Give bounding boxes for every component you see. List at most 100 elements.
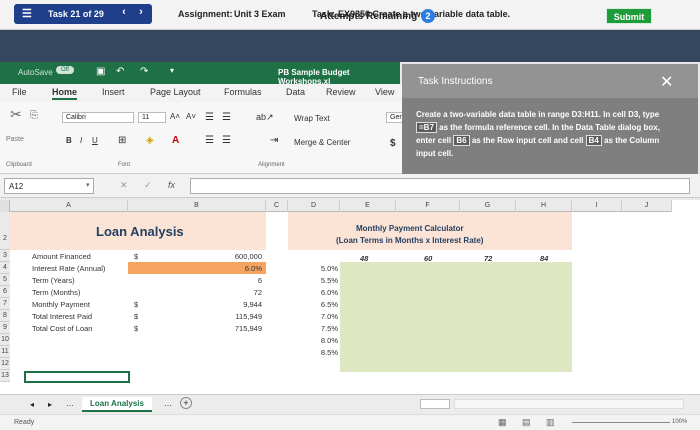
indent-icon[interactable]: ⇥ <box>270 135 278 146</box>
row-header[interactable]: 12 <box>0 358 10 370</box>
font-size-select[interactable]: 11 <box>138 112 166 123</box>
page-layout-view-icon[interactable]: ▤ <box>522 417 531 428</box>
value-total-interest: 115,949 <box>235 312 262 321</box>
redo-icon[interactable]: ↷ <box>140 66 148 77</box>
column-header[interactable]: D <box>288 200 340 212</box>
wrap-text-button[interactable]: Wrap Text <box>294 114 330 123</box>
column-header[interactable]: G <box>460 200 516 212</box>
row-header[interactable]: 9 <box>0 322 10 334</box>
active-cell-a12[interactable] <box>24 371 130 383</box>
menu-icon[interactable]: ☰ <box>22 7 32 20</box>
column-header[interactable]: A <box>10 200 128 212</box>
select-all-corner[interactable] <box>0 200 10 212</box>
rate-value: 5.5% <box>320 276 338 285</box>
excel-title-bar: AutoSave Off ▣ ↶ ↷ ▾ PB Sample Budget Wo… <box>0 62 400 86</box>
tab-file[interactable]: File <box>12 87 27 97</box>
value-monthly-payment: 9,944 <box>243 300 262 309</box>
column-header[interactable]: I <box>572 200 622 212</box>
tab-home[interactable]: Home <box>52 87 78 100</box>
label-amount-financed: Amount Financed <box>32 252 91 261</box>
autosave-label: AutoSave <box>18 68 53 77</box>
orientation-icon[interactable]: ab↗ <box>256 112 274 123</box>
row-header[interactable]: 6 <box>0 286 10 298</box>
tab-view[interactable]: View <box>375 87 394 97</box>
label-term-years: Term (Years) <box>32 276 75 285</box>
align-top-icon[interactable]: ☰ <box>205 112 214 123</box>
cancel-entry-icon[interactable]: ✕ <box>120 180 128 191</box>
row-header[interactable]: 10 <box>0 334 10 346</box>
submit-button[interactable]: Submit <box>606 8 652 24</box>
zoom-slider[interactable] <box>572 422 670 423</box>
formula-input[interactable] <box>190 178 690 194</box>
confirm-entry-icon[interactable]: ✓ <box>144 180 152 191</box>
task-instructions-text: Create a two-variable data table in rang… <box>416 110 660 158</box>
row-header[interactable]: 13 <box>0 370 10 382</box>
rate-value: 5.0% <box>320 264 338 273</box>
ribbon-tabs: File Home Insert Page Layout Formulas Da… <box>0 84 410 102</box>
currency-icon[interactable]: $ <box>390 138 396 149</box>
column-header[interactable]: F <box>396 200 460 212</box>
font-group-label: Font <box>118 162 131 168</box>
grow-font-icon[interactable]: A˄ <box>170 112 180 121</box>
more-sheets-icon[interactable]: … <box>164 399 172 408</box>
tab-data[interactable]: Data <box>286 87 305 97</box>
term-header: 60 <box>424 254 433 263</box>
column-header[interactable]: C <box>266 200 288 212</box>
sheet-tab-loan-analysis[interactable]: Loan Analysis <box>82 397 152 412</box>
tab-page-layout[interactable]: Page Layout <box>150 87 201 97</box>
more-sheets-icon[interactable]: … <box>66 399 74 408</box>
autosave-toggle[interactable]: Off <box>56 66 74 74</box>
save-icon[interactable]: ▣ <box>96 66 105 77</box>
align-center-icon[interactable]: ☰ <box>222 135 231 146</box>
cut-icon[interactable]: ✂ <box>10 106 22 123</box>
calculator-title: Monthly Payment Calculator <box>356 224 464 233</box>
attempts-bar <box>0 30 700 62</box>
customize-toolbar-icon[interactable]: ▾ <box>170 66 174 75</box>
horizontal-scrollbar[interactable] <box>420 399 450 409</box>
add-sheet-icon[interactable]: + <box>180 397 192 409</box>
shrink-font-icon[interactable]: A˅ <box>186 112 196 121</box>
tab-formulas[interactable]: Formulas <box>224 87 262 97</box>
align-left-icon[interactable]: ☰ <box>205 135 214 146</box>
font-name-select[interactable]: Calibri <box>62 112 134 123</box>
merge-center-button[interactable]: Merge & Center <box>294 138 350 147</box>
next-sheet-icon[interactable]: ▸ <box>48 400 52 409</box>
prev-task-icon[interactable]: ‹ <box>117 6 131 22</box>
prev-sheet-icon[interactable]: ◂ <box>30 400 34 409</box>
tab-review[interactable]: Review <box>326 87 356 97</box>
row-header[interactable]: 4 <box>0 262 10 274</box>
copy-icon[interactable]: ⎘ <box>30 110 38 121</box>
tab-insert[interactable]: Insert <box>102 87 125 97</box>
row-header[interactable]: 3 <box>0 250 10 262</box>
row-header[interactable]: 8 <box>0 310 10 322</box>
column-header[interactable]: B <box>128 200 266 212</box>
column-header[interactable]: H <box>516 200 572 212</box>
insert-function-icon[interactable]: fx <box>168 180 175 190</box>
bold-button[interactable]: B <box>66 136 72 145</box>
next-task-icon[interactable]: › <box>134 6 148 22</box>
data-table-range[interactable] <box>340 262 572 372</box>
normal-view-icon[interactable]: ▦ <box>498 417 507 428</box>
italic-button[interactable]: I <box>80 136 82 145</box>
rate-value: 6.5% <box>320 300 338 309</box>
row-header[interactable]: 7 <box>0 298 10 310</box>
align-middle-icon[interactable]: ☰ <box>222 112 231 123</box>
name-box[interactable]: A12 <box>4 178 94 194</box>
attempts-count-badge: 2 <box>421 9 435 23</box>
font-color-icon[interactable]: A <box>172 135 179 146</box>
row-header[interactable]: 2 <box>0 212 10 250</box>
borders-icon[interactable]: ⊞ <box>118 135 126 146</box>
name-box-dropdown-icon[interactable]: ▾ <box>86 181 90 189</box>
page-break-view-icon[interactable]: ▥ <box>546 417 555 428</box>
horizontal-scroll-track[interactable] <box>454 399 684 409</box>
row-header[interactable]: 11 <box>0 346 10 358</box>
underline-button[interactable]: U <box>92 136 98 145</box>
fill-color-icon[interactable]: ◈ <box>146 135 154 146</box>
paste-button[interactable]: Paste <box>6 136 24 143</box>
column-header[interactable]: J <box>622 200 672 212</box>
zoom-level[interactable]: 100% <box>672 419 687 425</box>
column-header[interactable]: E <box>340 200 396 212</box>
undo-icon[interactable]: ↶ <box>116 66 124 77</box>
close-icon[interactable]: ✕ <box>660 72 673 92</box>
row-header[interactable]: 5 <box>0 274 10 286</box>
